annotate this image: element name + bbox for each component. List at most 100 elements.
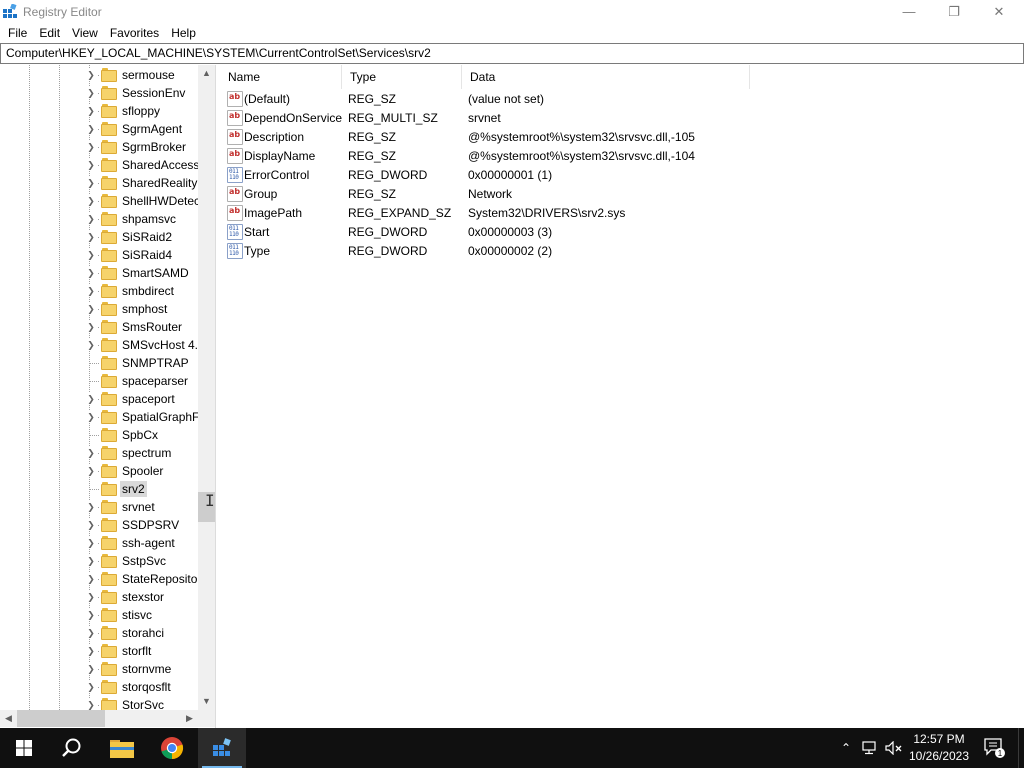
- value-row[interactable]: 011 110 Type REG_DWORD 0x00000002 (2): [220, 242, 780, 261]
- menu-favorites[interactable]: Favorites: [104, 23, 165, 43]
- tree-item[interactable]: SpbCx: [0, 426, 198, 444]
- tree-item[interactable]: ❯ SpatialGraphFilter: [0, 408, 198, 426]
- expand-chevron-icon[interactable]: ❯: [85, 447, 97, 459]
- tree-item[interactable]: srv2: [0, 480, 198, 498]
- file-explorer-taskbar-button[interactable]: [98, 728, 146, 768]
- tree-item[interactable]: ❯ SgrmBroker: [0, 138, 198, 156]
- value-row[interactable]: 011 110 ErrorControl REG_DWORD 0x00000001 (…: [220, 166, 780, 185]
- expand-chevron-icon[interactable]: ❯: [85, 177, 97, 189]
- network-icon[interactable]: [858, 728, 882, 768]
- expand-chevron-icon[interactable]: ❯: [85, 627, 97, 639]
- tree-item[interactable]: ❯ SmartSAMD: [0, 264, 198, 282]
- expand-chevron-icon[interactable]: ❯: [85, 573, 97, 585]
- expand-chevron-icon[interactable]: ❯: [85, 303, 97, 315]
- tree-item[interactable]: ❯ stornvme: [0, 660, 198, 678]
- value-row[interactable]: ab (Default) REG_SZ (value not set): [220, 90, 780, 109]
- expand-chevron-icon[interactable]: ❯: [85, 285, 97, 297]
- expand-chevron-icon[interactable]: ❯: [85, 699, 97, 710]
- tree-item[interactable]: ❯ ssh-agent: [0, 534, 198, 552]
- close-button[interactable]: ✕: [976, 0, 1022, 23]
- action-center-button[interactable]: 1: [980, 728, 1010, 768]
- expand-chevron-icon[interactable]: ❯: [85, 141, 97, 153]
- expand-chevron-icon[interactable]: ❯: [85, 69, 97, 81]
- scroll-right-arrow-icon[interactable]: ▶: [181, 710, 198, 727]
- expand-chevron-icon[interactable]: ❯: [85, 339, 97, 351]
- scroll-down-arrow-icon[interactable]: ▼: [198, 693, 215, 710]
- tree-item[interactable]: ❯ smphost: [0, 300, 198, 318]
- tree-item[interactable]: spaceparser: [0, 372, 198, 390]
- tree-item[interactable]: ❯ SessionEnv: [0, 84, 198, 102]
- address-bar[interactable]: Computer\HKEY_LOCAL_MACHINE\SYSTEM\Curre…: [0, 43, 1024, 64]
- restore-button[interactable]: ❐: [931, 0, 977, 23]
- menu-edit[interactable]: Edit: [33, 23, 66, 43]
- expand-chevron-icon[interactable]: ❯: [85, 321, 97, 333]
- expand-chevron-icon[interactable]: ❯: [85, 267, 97, 279]
- tree-item[interactable]: ❯ SSDPSRV: [0, 516, 198, 534]
- expand-chevron-icon[interactable]: ❯: [85, 465, 97, 477]
- tree-item[interactable]: SNMPTRAP: [0, 354, 198, 372]
- expand-chevron-icon[interactable]: ❯: [85, 663, 97, 675]
- expand-chevron-icon[interactable]: ❯: [85, 645, 97, 657]
- expand-chevron-icon[interactable]: ❯: [85, 519, 97, 531]
- tree-item[interactable]: ❯ spaceport: [0, 390, 198, 408]
- volume-muted-icon[interactable]: [882, 728, 906, 768]
- scroll-left-arrow-icon[interactable]: ◀: [0, 710, 17, 727]
- column-header-type[interactable]: Type: [342, 65, 462, 89]
- expand-chevron-icon[interactable]: ❯: [85, 591, 97, 603]
- tree-item[interactable]: ❯ StorSvc: [0, 696, 198, 710]
- tree-item[interactable]: ❯ stexstor: [0, 588, 198, 606]
- tree-item[interactable]: ❯ ShellHWDetection: [0, 192, 198, 210]
- tree-item[interactable]: ❯ SgrmAgent: [0, 120, 198, 138]
- scroll-up-arrow-icon[interactable]: ▲: [198, 65, 215, 82]
- value-row[interactable]: ab ImagePath REG_EXPAND_SZ System32\DRIVERS…: [220, 204, 780, 223]
- column-header-data[interactable]: Data: [462, 65, 750, 89]
- tree-item[interactable]: ❯ SharedAccess: [0, 156, 198, 174]
- tree-item[interactable]: ❯ SmsRouter: [0, 318, 198, 336]
- tree-item[interactable]: ❯ SstpSvc: [0, 552, 198, 570]
- tree-horizontal-scroll-thumb[interactable]: [17, 710, 105, 727]
- tree-item[interactable]: ❯ smbdirect: [0, 282, 198, 300]
- tree-item[interactable]: ❯ sfloppy: [0, 102, 198, 120]
- expand-chevron-icon[interactable]: ❯: [85, 681, 97, 693]
- menu-view[interactable]: View: [66, 23, 104, 43]
- expand-chevron-icon[interactable]: ❯: [85, 195, 97, 207]
- tree-item[interactable]: ❯ storqosflt: [0, 678, 198, 696]
- tree-vertical-scrollbar[interactable]: ▲ ▼: [198, 65, 215, 710]
- tree-item[interactable]: ❯ storflt: [0, 642, 198, 660]
- expand-chevron-icon[interactable]: ❯: [85, 105, 97, 117]
- expand-chevron-icon[interactable]: ❯: [85, 87, 97, 99]
- value-row[interactable]: ab Description REG_SZ @%systemroot%\system3…: [220, 128, 780, 147]
- chrome-taskbar-button[interactable]: [148, 728, 196, 768]
- search-button[interactable]: [48, 728, 96, 768]
- tree-item[interactable]: ❯ storahci: [0, 624, 198, 642]
- tree-item[interactable]: ❯ SharedRealitySvc: [0, 174, 198, 192]
- expand-chevron-icon[interactable]: ❯: [85, 411, 97, 423]
- start-button[interactable]: [0, 728, 48, 768]
- menu-help[interactable]: Help: [165, 23, 202, 43]
- expand-chevron-icon[interactable]: ❯: [85, 231, 97, 243]
- expand-chevron-icon[interactable]: ❯: [85, 501, 97, 513]
- tree-item[interactable]: ❯ stisvc: [0, 606, 198, 624]
- expand-chevron-icon[interactable]: ❯: [85, 393, 97, 405]
- expand-chevron-icon[interactable]: ❯: [85, 159, 97, 171]
- tree-horizontal-scrollbar[interactable]: ◀ ▶: [0, 710, 198, 727]
- tree-item[interactable]: ❯ sermouse: [0, 66, 198, 84]
- tree-item[interactable]: ❯ SiSRaid4: [0, 246, 198, 264]
- minimize-button[interactable]: —: [886, 0, 932, 23]
- expand-chevron-icon[interactable]: ❯: [85, 609, 97, 621]
- expand-chevron-icon[interactable]: ❯: [85, 249, 97, 261]
- tree-item[interactable]: ❯ SMSvcHost 4.0.0.0: [0, 336, 198, 354]
- tree-item[interactable]: ❯ SiSRaid2: [0, 228, 198, 246]
- expand-chevron-icon[interactable]: ❯: [85, 123, 97, 135]
- expand-chevron-icon[interactable]: ❯: [85, 537, 97, 549]
- value-row[interactable]: ab DependOnService REG_MULTI_SZ srvnet: [220, 109, 780, 128]
- expand-chevron-icon[interactable]: ❯: [85, 555, 97, 567]
- tree-item[interactable]: ❯ srvnet: [0, 498, 198, 516]
- column-header-name[interactable]: Name: [220, 65, 342, 89]
- tree-item[interactable]: ❯ StateRepository: [0, 570, 198, 588]
- menu-file[interactable]: File: [2, 23, 33, 43]
- value-row[interactable]: ab DisplayName REG_SZ @%systemroot%\system3…: [220, 147, 780, 166]
- tree-item[interactable]: ❯ shpamsvc: [0, 210, 198, 228]
- expand-chevron-icon[interactable]: ❯: [85, 213, 97, 225]
- tree-item[interactable]: ❯ spectrum: [0, 444, 198, 462]
